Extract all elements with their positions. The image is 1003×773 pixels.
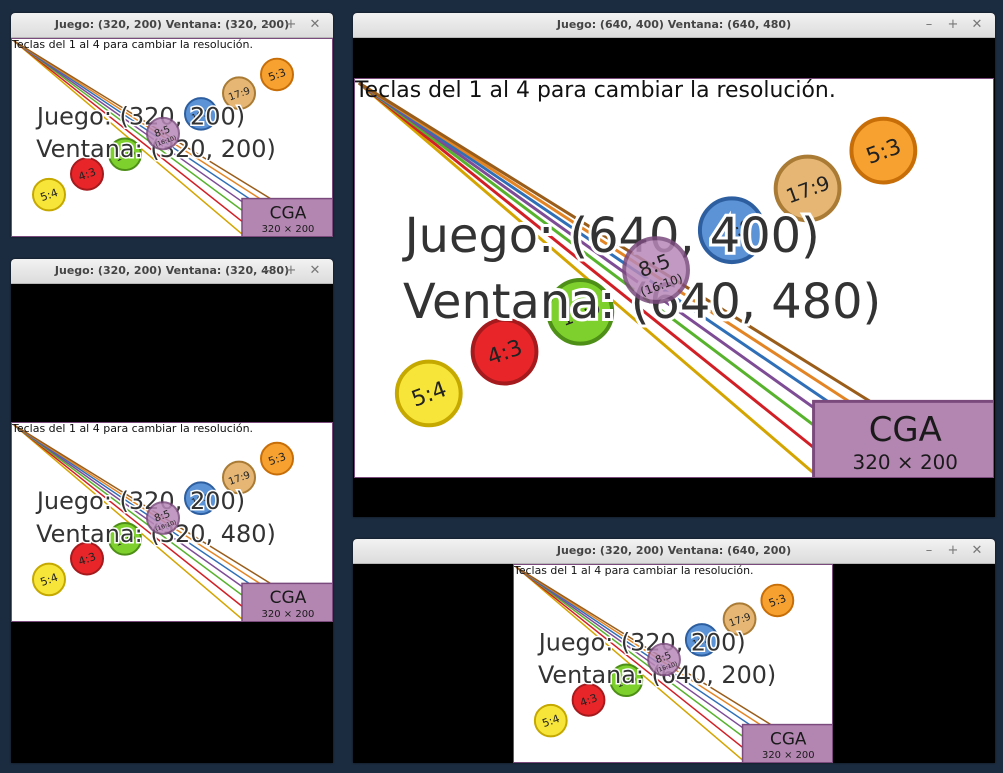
minimize-button[interactable]: – — [917, 542, 941, 560]
minimize-button[interactable]: – — [255, 262, 279, 280]
maximize-button[interactable]: + — [941, 16, 965, 34]
game-viewport[interactable]: Teclas del 1 al 4 para cambiar la resolu… — [11, 38, 333, 237]
juego-text: Juego: (640, 400) — [402, 209, 820, 264]
cga-badge: CGA 320 × 200 — [741, 723, 832, 762]
game-canvas: Teclas del 1 al 4 para cambiar la resolu… — [355, 79, 993, 477]
circle-5-3: 5:3 — [849, 116, 918, 185]
minimize-button[interactable]: – — [917, 16, 941, 34]
window-controls: – + ✕ — [917, 542, 989, 560]
circle-5-4: 5:4 — [394, 359, 463, 428]
cga-label: CGA — [270, 587, 307, 607]
window-controls: – + ✕ — [255, 16, 327, 34]
window-content: Teclas del 1 al 4 para cambiar la resolu… — [353, 564, 995, 763]
close-button[interactable]: ✕ — [303, 262, 327, 280]
circle-5-3: 5:3 — [260, 441, 294, 476]
window-4[interactable]: Juego: (320, 200) Ventana: (640, 200) – … — [353, 539, 995, 763]
instructions-text: Teclas del 1 al 4 para cambiar la resolu… — [355, 79, 836, 103]
circle-5-3: 5:3 — [760, 583, 795, 618]
titlebar[interactable]: Juego: (320, 200) Ventana: (320, 200) – … — [11, 13, 333, 38]
cga-badge: CGA 320 × 200 — [241, 582, 332, 621]
window-2[interactable]: Juego: (320, 200) Ventana: (320, 480) – … — [11, 259, 333, 763]
window-content: Teclas del 1 al 4 para cambiar la resolu… — [353, 38, 995, 517]
close-button[interactable]: ✕ — [965, 16, 989, 34]
window-controls: – + ✕ — [917, 16, 989, 34]
instructions-text: Teclas del 1 al 4 para cambiar la resolu… — [12, 39, 253, 51]
circle-5-4: 5:4 — [32, 177, 66, 212]
minimize-button[interactable]: – — [255, 16, 279, 34]
window-3[interactable]: Juego: (640, 400) Ventana: (640, 480) – … — [353, 13, 995, 517]
window-content: Teclas del 1 al 4 para cambiar la resolu… — [11, 38, 333, 237]
cga-label: CGA — [270, 202, 307, 222]
cga-size: 320 × 200 — [762, 750, 814, 761]
window-1[interactable]: Juego: (320, 200) Ventana: (320, 200) – … — [11, 13, 333, 237]
cga-label: CGA — [869, 410, 942, 449]
juego-text: Juego: (320, 200) — [537, 629, 746, 657]
cga-size: 320 × 200 — [262, 609, 315, 620]
window-content: Teclas del 1 al 4 para cambiar la resolu… — [11, 284, 333, 763]
game-canvas: Teclas del 1 al 4 para cambiar la resolu… — [12, 423, 332, 621]
instructions-text: Teclas del 1 al 4 para cambiar la resolu… — [12, 423, 253, 435]
circle-8-5: 8:5 (16:10) — [647, 642, 681, 677]
maximize-button[interactable]: + — [279, 16, 303, 34]
instructions-text: Teclas del 1 al 4 para cambiar la resolu… — [514, 565, 754, 577]
circle-8-5: 8:5 (16:10) — [622, 236, 690, 304]
titlebar[interactable]: Juego: (320, 200) Ventana: (320, 480) – … — [11, 259, 333, 284]
maximize-button[interactable]: + — [941, 542, 965, 560]
window-title: Juego: (320, 200) Ventana: (640, 200) — [556, 544, 792, 557]
window-controls: – + ✕ — [255, 262, 327, 280]
circle-5-3: 5:3 — [260, 57, 294, 92]
close-button[interactable]: ✕ — [965, 542, 989, 560]
cga-label: CGA — [770, 728, 807, 748]
game-viewport[interactable]: Teclas del 1 al 4 para cambiar la resolu… — [354, 78, 994, 478]
cga-size: 320 × 200 — [853, 451, 958, 474]
game-canvas: Teclas del 1 al 4 para cambiar la resolu… — [514, 565, 832, 762]
cga-badge: CGA 320 × 200 — [241, 197, 332, 236]
titlebar[interactable]: Juego: (640, 400) Ventana: (640, 480) – … — [353, 13, 995, 38]
titlebar[interactable]: Juego: (320, 200) Ventana: (640, 200) – … — [353, 539, 995, 564]
window-title: Juego: (640, 400) Ventana: (640, 480) — [556, 18, 792, 31]
cga-badge: CGA 320 × 200 — [812, 399, 993, 477]
juego-text: Juego: (320, 200) — [35, 487, 245, 515]
maximize-button[interactable]: + — [279, 262, 303, 280]
cga-size: 320 × 200 — [262, 224, 315, 235]
game-viewport[interactable]: Teclas del 1 al 4 para cambiar la resolu… — [11, 422, 333, 622]
close-button[interactable]: ✕ — [303, 16, 327, 34]
circle-5-4: 5:4 — [533, 703, 568, 738]
game-canvas: Teclas del 1 al 4 para cambiar la resolu… — [12, 39, 332, 236]
circle-8-5: 8:5 (16:10) — [146, 116, 180, 151]
circle-8-5: 8:5 (16:10) — [146, 501, 180, 535]
circle-5-4: 5:4 — [32, 562, 66, 597]
juego-text: Juego: (320, 200) — [35, 103, 245, 131]
game-viewport[interactable]: Teclas del 1 al 4 para cambiar la resolu… — [513, 564, 833, 763]
